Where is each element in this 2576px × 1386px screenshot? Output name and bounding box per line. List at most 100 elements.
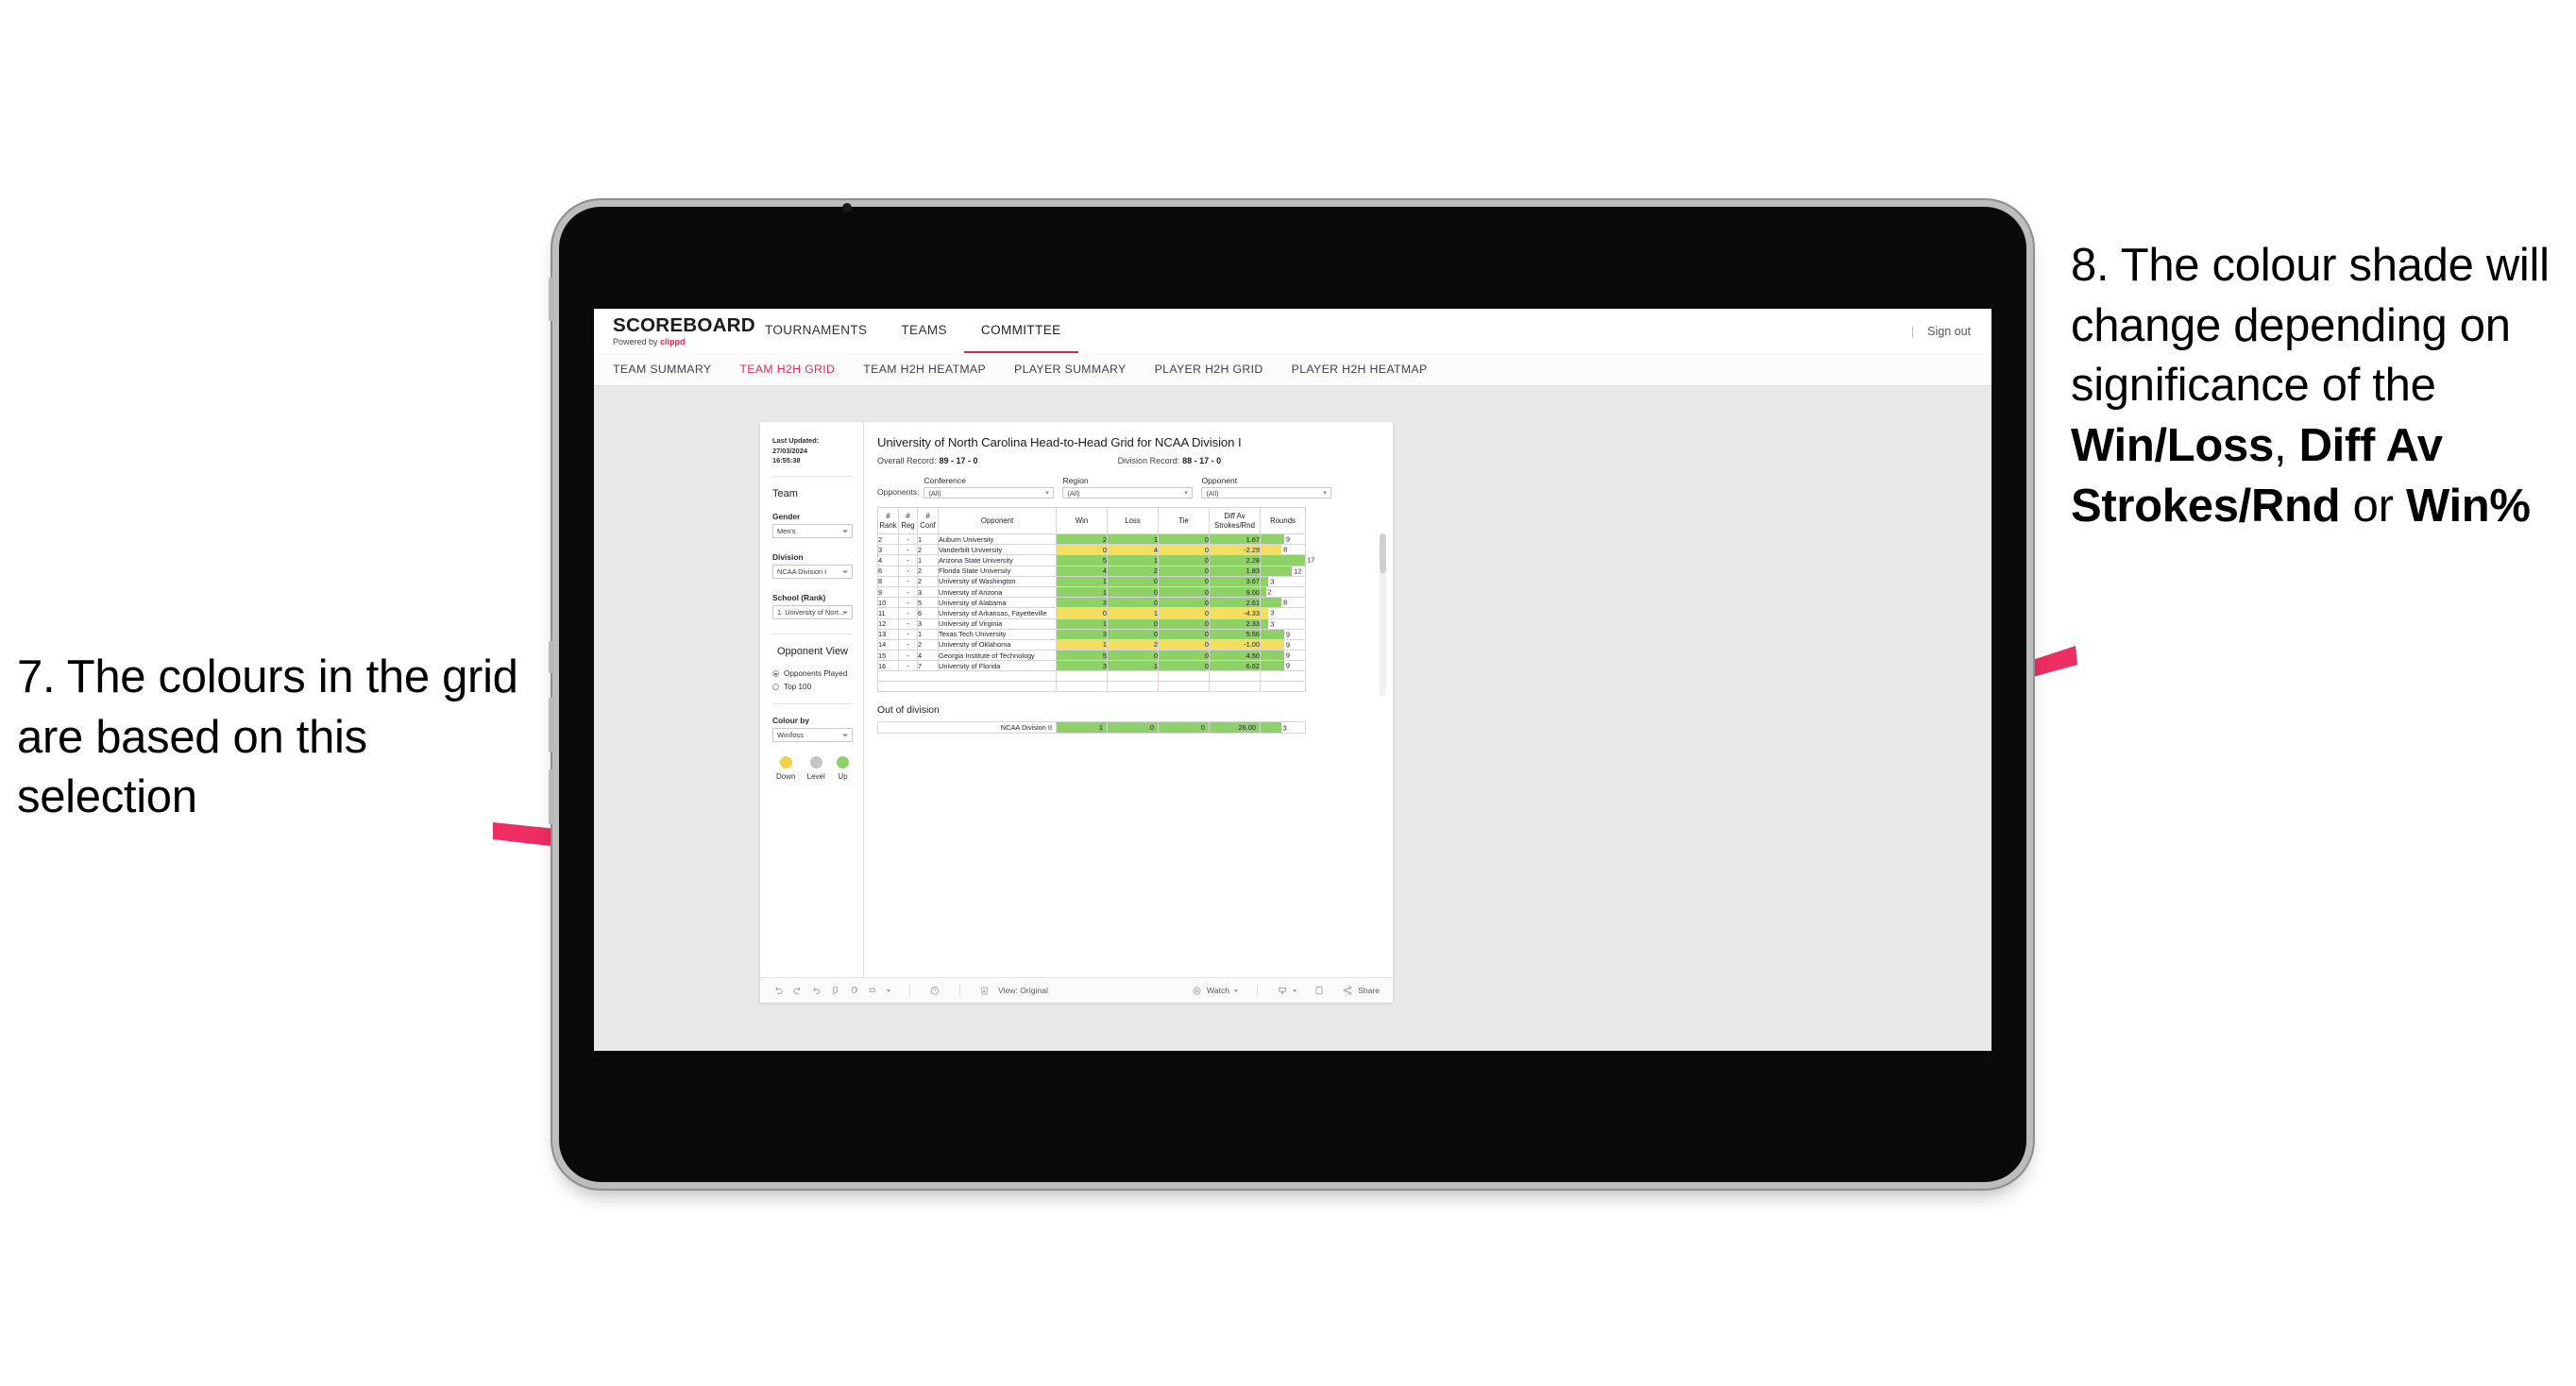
cell-reg: - <box>898 532 918 546</box>
viz-content: University of North Carolina Head-to-Hea… <box>864 422 1393 977</box>
watch-button[interactable]: Watch <box>1192 986 1239 996</box>
undo-icon[interactable] <box>773 986 784 996</box>
rounds-bar <box>1261 722 1281 734</box>
division-select[interactable]: NCAA Division I <box>772 565 853 580</box>
col-header-line: # <box>906 512 910 521</box>
tab-team-summary[interactable]: TEAM SUMMARY <box>613 363 711 376</box>
cell-tie: 0 <box>1158 660 1210 672</box>
legend-item-up: Up <box>836 756 849 781</box>
table-row[interactable]: 12-3 University of Virginia 1 0 0 2.33 3 <box>877 617 1306 630</box>
cell-loss: 0 <box>1107 650 1159 662</box>
radio-top-100[interactable]: Top 100 <box>772 683 853 691</box>
filter-conference-value: (All) <box>928 488 941 498</box>
nav-teams[interactable]: TEAMS <box>884 309 964 354</box>
school-label: School (Rank) <box>772 593 826 603</box>
nav-tournaments[interactable]: TOURNAMENTS <box>748 309 884 354</box>
opponent-view-title: Opponent View <box>776 646 849 658</box>
radio-opponents-played[interactable]: Opponents Played <box>772 669 853 678</box>
cell-rounds: 12 <box>1260 565 1306 577</box>
table-row[interactable]: 4-1 Arizona State University 5 1 0 2.28 17 <box>877 554 1314 566</box>
table-row[interactable]: 14-2 University of Oklahoma 1 2 0 -1.00 9 <box>877 638 1306 651</box>
chevron-down-icon <box>1323 491 1328 495</box>
table-row[interactable]: 11-6 University of Arkansas, Fayetteville… <box>877 607 1306 619</box>
refresh-data-icon[interactable] <box>830 986 840 996</box>
cell-conf: 3 <box>917 617 939 630</box>
tab-player-summary[interactable]: PLAYER SUMMARY <box>1014 363 1127 376</box>
rounds-bar <box>1261 586 1266 598</box>
cell-reg: - <box>898 575 918 587</box>
table-row[interactable]: 2-1 Auburn University 2 1 0 1.67 9 <box>877 532 1306 546</box>
pause-auto-update-icon[interactable] <box>849 986 859 996</box>
rounds-value: 8 <box>1283 545 1288 554</box>
cell-rounds: 9 <box>1260 628 1306 640</box>
cell-loss: 4 <box>1107 544 1159 556</box>
cell-loss: 1 <box>1107 660 1159 672</box>
tab-team-h2h-grid[interactable]: TEAM H2H GRID <box>739 363 835 376</box>
share-button[interactable]: Share <box>1342 985 1380 996</box>
timer-icon[interactable] <box>929 985 941 996</box>
table-row[interactable]: 10-5 University of Alabama 3 0 0 2.61 8 <box>877 597 1306 609</box>
logo-brand-text: clippd <box>660 336 686 346</box>
device-volume-down-button <box>549 769 553 824</box>
filter-conference-select[interactable]: (All) <box>924 487 1055 499</box>
view-original-label[interactable]: View: Original <box>998 986 1048 995</box>
signout-link[interactable]: Sign out <box>1927 325 1971 338</box>
fullscreen-icon[interactable] <box>1313 985 1325 996</box>
rounds-bar <box>1261 534 1284 545</box>
cell-tie: 0 <box>1158 585 1210 599</box>
scrollbar-thumb[interactable] <box>1380 533 1386 573</box>
download-icon <box>1277 985 1288 996</box>
cell-loss: 0 <box>1107 617 1159 630</box>
ood-row[interactable]: NCAA Division II 1 0 0 26.00 3 <box>877 721 1306 735</box>
opponents-label: Opponents: <box>877 487 920 497</box>
col-rank: # Rank <box>877 507 899 534</box>
toolbar-actions-group: Watch Share <box>1192 984 1380 997</box>
app-logo[interactable]: SCOREBOARD Powered by clippd <box>594 309 755 353</box>
tab-player-h2h-heatmap[interactable]: PLAYER H2H HEATMAP <box>1292 363 1428 376</box>
division-value: NCAA Division I <box>777 567 827 577</box>
col-header-line: Strokes/Rnd <box>1214 520 1255 530</box>
tab-player-h2h-grid[interactable]: PLAYER H2H GRID <box>1155 363 1263 376</box>
table-row[interactable]: 16-7 University of Florida 3 1 0 6.62 9 <box>877 660 1306 672</box>
filter-region-select[interactable]: (All) <box>1062 487 1194 499</box>
colour-by-select[interactable]: Win/loss <box>772 728 853 743</box>
export-icon[interactable] <box>868 986 878 996</box>
download-button[interactable] <box>1277 985 1297 996</box>
revert-icon[interactable] <box>811 986 822 996</box>
filter-region: Region (All) <box>1062 476 1194 499</box>
cell-diff: -4.33 <box>1209 607 1261 619</box>
cell-loss: 1 <box>1107 607 1159 619</box>
table-vertical-scrollbar[interactable] <box>1380 533 1386 696</box>
redo-icon[interactable] <box>792 986 803 996</box>
chevron-down-icon[interactable] <box>887 989 890 992</box>
table-row[interactable]: 8-2 University of Washington 1 0 0 3.67 3 <box>877 575 1306 587</box>
rounds-value: 3 <box>1270 608 1275 617</box>
rounds-value: 9 <box>1285 651 1290 660</box>
table-row[interactable]: 13-1 Texas Tech University 3 0 0 5.56 9 <box>877 628 1306 640</box>
annotation-8: 8. The colour shade will change dependin… <box>2071 236 2576 536</box>
cell-tie: 0 <box>1158 597 1210 609</box>
cell-opponent: University of Arizona <box>938 585 1057 599</box>
table-row[interactable]: 15-4 Georgia Institute of Technology 5 0 0 4.… <box>877 650 1306 662</box>
nav-committee[interactable]: COMMITTEE <box>963 309 1078 354</box>
table-row[interactable]: 9-3 University of Arizona 1 0 0 9.00 2 <box>877 585 1306 599</box>
cell-diff: 4.50 <box>1209 650 1261 662</box>
dashboard-card: Last Updated: 27/03/2024 16:55:38 Team G… <box>760 422 1393 1003</box>
school-select[interactable]: 1. University of Nort... <box>772 605 853 620</box>
rounds-value: 8 <box>1283 598 1288 607</box>
tab-team-h2h-heatmap[interactable]: TEAM H2H HEATMAP <box>863 363 986 376</box>
view-original-icon[interactable] <box>979 986 990 996</box>
cell-rank: 10 <box>877 597 899 609</box>
gender-select[interactable]: Men's <box>772 524 853 539</box>
col-header-line: Reg <box>901 520 915 530</box>
cell-rank: 9 <box>877 585 899 599</box>
last-updated: Last Updated: 27/03/2024 16:55:38 <box>772 436 853 466</box>
cell-tie: 0 <box>1158 638 1210 651</box>
filter-opponent-select[interactable]: (All) <box>1201 487 1332 499</box>
table-row[interactable]: 6-2 Florida State University 4 2 0 1.83 12 <box>877 565 1306 577</box>
radio-top-100-label: Top 100 <box>784 683 812 692</box>
table-row[interactable]: 3-2 Vanderbilt University 0 4 0 -2.29 8 <box>877 544 1306 556</box>
cell-opponent: Auburn University <box>938 532 1057 546</box>
filter-opponent: Opponent (All) <box>1201 476 1332 499</box>
cell-conf: 2 <box>917 575 939 587</box>
